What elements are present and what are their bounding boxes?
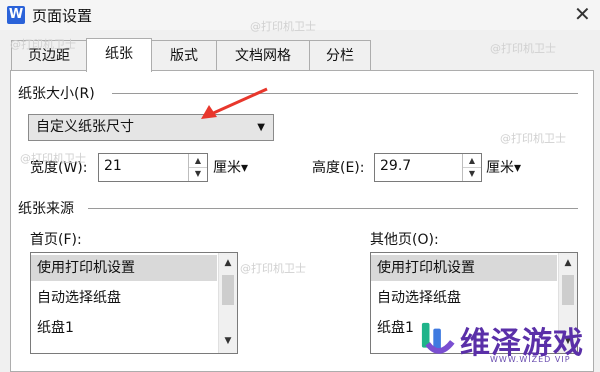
other-pages-label: 其他页(O): xyxy=(370,232,439,248)
height-unit-select[interactable]: 厘米▾ xyxy=(486,157,521,177)
wps-writer-icon: W xyxy=(7,6,25,24)
watermark-text: @打印机卫士 xyxy=(250,20,316,33)
height-label: 高度(E): xyxy=(312,160,365,176)
list-item[interactable]: 自动选择纸盘 xyxy=(31,285,217,311)
width-down-icon[interactable]: ▼ xyxy=(189,167,207,180)
height-down-icon[interactable]: ▼ xyxy=(463,167,481,180)
window-title: 页面设置 xyxy=(32,7,93,25)
scrollbar[interactable]: ▲ ▼ xyxy=(218,253,237,353)
tab-document-grid[interactable]: 文档网格 xyxy=(216,40,310,71)
paper-source-section-label: 纸张来源 xyxy=(18,201,74,217)
tab-layout[interactable]: 版式 xyxy=(151,40,217,71)
close-icon[interactable]: ✕ xyxy=(574,2,591,26)
brand-url: WWW.WIZED VIP xyxy=(490,355,571,364)
section-divider xyxy=(88,208,578,209)
watermark-text: @打印机卫士 xyxy=(490,42,556,55)
paper-size-section-label: 纸张大小(R) xyxy=(18,86,95,102)
first-page-listbox[interactable]: 使用打印机设置 自动选择纸盘 纸盘1 ▲ ▼ xyxy=(30,252,238,354)
scroll-down-icon[interactable]: ▼ xyxy=(219,333,237,349)
watermark-text: @打印机卫士 xyxy=(20,152,86,165)
height-value: 29.7 xyxy=(380,158,412,174)
paper-size-selected-value: 自定义纸张尺寸 xyxy=(36,119,134,135)
height-spinner: ▲ ▼ xyxy=(462,154,481,181)
width-up-icon[interactable]: ▲ xyxy=(189,154,207,168)
tab-paper[interactable]: 纸张 xyxy=(86,38,152,72)
watermark-text: @打印机卫士 xyxy=(500,132,566,145)
brand-logo-icon xyxy=(421,322,455,354)
list-item[interactable]: 使用打印机设置 xyxy=(31,255,217,281)
scrollbar-thumb[interactable] xyxy=(562,275,574,305)
list-item[interactable]: 纸盘1 xyxy=(31,315,217,341)
width-input[interactable]: 21 ▲ ▼ xyxy=(98,153,208,182)
brand-watermark: 维泽游戏 WWW.WIZED VIP xyxy=(420,318,600,367)
watermark-text: @打印机卫士 xyxy=(240,262,306,275)
list-item[interactable]: 使用打印机设置 xyxy=(371,255,557,281)
width-spinner: ▲ ▼ xyxy=(188,154,207,181)
scroll-up-icon[interactable]: ▲ xyxy=(559,255,577,271)
scrollbar-thumb[interactable] xyxy=(222,275,234,305)
list-item[interactable]: 自动选择纸盘 xyxy=(371,285,557,311)
tab-columns[interactable]: 分栏 xyxy=(309,40,371,71)
annotation-arrow xyxy=(201,87,268,119)
width-unit-select[interactable]: 厘米▾ xyxy=(213,157,248,177)
height-input[interactable]: 29.7 ▲ ▼ xyxy=(374,153,482,182)
section-divider xyxy=(112,93,578,94)
width-value: 21 xyxy=(104,158,122,174)
first-page-label: 首页(F): xyxy=(30,232,82,248)
watermark-text: @打印机卫士 xyxy=(10,38,76,51)
scroll-up-icon[interactable]: ▲ xyxy=(219,255,237,271)
height-up-icon[interactable]: ▲ xyxy=(463,154,481,168)
